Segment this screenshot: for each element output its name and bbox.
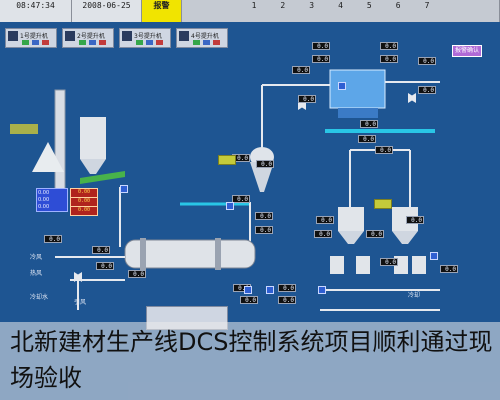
filter-hopper bbox=[338, 108, 378, 118]
readout-27: 0.0 bbox=[292, 66, 310, 74]
caption-text: 北新建材生产线DCS控制系统项目顺利通过现场验收 bbox=[10, 328, 493, 392]
truck bbox=[10, 124, 38, 134]
readout-23: 0.0 bbox=[128, 270, 146, 278]
date-display: 2008-06-25 bbox=[72, 0, 142, 22]
bucket-elevator bbox=[54, 89, 66, 196]
belt-feeder bbox=[80, 171, 125, 184]
readout-5: 0.0 bbox=[418, 57, 436, 65]
status-tag[interactable] bbox=[318, 286, 326, 294]
readout-28: 0.0 bbox=[92, 246, 110, 254]
label-cooling: 冷却 bbox=[408, 292, 421, 299]
readout-12: 0.0 bbox=[232, 195, 250, 203]
silo-cone bbox=[392, 231, 418, 244]
readout-29: 0.0 bbox=[240, 296, 258, 304]
time-text: 08:47:34 bbox=[16, 1, 55, 10]
feed-info-3: 0.00 bbox=[38, 204, 50, 210]
status-tag[interactable] bbox=[120, 185, 128, 193]
product-silo-1 bbox=[338, 207, 364, 231]
readout-16: 0.0 bbox=[96, 262, 114, 270]
raw-silo bbox=[80, 117, 106, 159]
label-hot-air: 热风 bbox=[30, 270, 43, 277]
readout-17: 0.0 bbox=[278, 284, 296, 292]
nav-cell-4[interactable]: 4 bbox=[329, 0, 353, 11]
nav-cell-1[interactable]: 1 bbox=[242, 0, 266, 11]
readout-11: 0.0 bbox=[256, 160, 274, 168]
readout-14: 0.0 bbox=[255, 226, 273, 234]
feed-info-panel: 0.00 0.00 0.00 bbox=[36, 188, 68, 212]
silo-cone bbox=[80, 159, 106, 174]
nav-cell-3[interactable]: 3 bbox=[300, 0, 324, 11]
dryer-ring bbox=[215, 238, 221, 270]
readout-26: 0.0 bbox=[406, 216, 424, 224]
feed-info-1: 0.00 bbox=[38, 190, 50, 196]
nav-cell-5[interactable]: 5 bbox=[357, 0, 381, 11]
top-bar: 08:47:34 2008-06-25 报警 1 2 3 4 5 6 7 bbox=[0, 0, 500, 23]
time-display: 08:47:34 bbox=[0, 0, 72, 22]
alarm-label: 报警 bbox=[153, 1, 170, 10]
nav-grid: 1 2 3 4 5 6 7 bbox=[182, 0, 500, 22]
status-tag[interactable] bbox=[430, 252, 438, 260]
readout-15: 0.0 bbox=[44, 235, 62, 243]
feed-info-2: 0.00 bbox=[38, 197, 50, 203]
readout-30: 0.0 bbox=[360, 120, 378, 128]
readout-8: 0.0 bbox=[358, 135, 376, 143]
alarm-button[interactable]: 报警 bbox=[142, 0, 182, 22]
screw-conveyor bbox=[325, 129, 435, 133]
status-tag[interactable] bbox=[266, 286, 274, 294]
readout-18: 0.0 bbox=[278, 296, 296, 304]
nav-cell-2[interactable]: 2 bbox=[271, 0, 295, 11]
status-tag[interactable] bbox=[244, 286, 252, 294]
readout-1: 0.0 bbox=[312, 42, 330, 50]
readout-4: 0.0 bbox=[380, 55, 398, 63]
small-hopper bbox=[330, 256, 344, 274]
label-induced-draft: 引风 bbox=[74, 299, 87, 306]
small-hopper bbox=[356, 256, 370, 274]
process-diagram bbox=[10, 69, 440, 311]
readout-9: 0.0 bbox=[375, 146, 393, 154]
small-hopper bbox=[412, 256, 426, 274]
interlock-flag bbox=[374, 199, 392, 209]
readout-24: 0.0 bbox=[440, 265, 458, 273]
label-cooling-water: 冷却水 bbox=[30, 294, 49, 301]
readout-13: 0.0 bbox=[255, 212, 273, 220]
nav-cell-7[interactable]: 7 bbox=[415, 0, 439, 11]
readout-7: 0.0 bbox=[298, 95, 316, 103]
readout-6: 0.0 bbox=[418, 86, 436, 94]
readout-3: 0.0 bbox=[380, 42, 398, 50]
readout-22: 0.0 bbox=[380, 258, 398, 266]
dryer-ring bbox=[140, 238, 146, 270]
status-tag[interactable] bbox=[226, 202, 234, 210]
nav-cell-6[interactable]: 6 bbox=[386, 0, 410, 11]
readout-21: 0.0 bbox=[366, 230, 384, 238]
interlock-flag bbox=[218, 155, 236, 165]
date-text: 2008-06-25 bbox=[82, 1, 131, 10]
silo-cone bbox=[338, 231, 364, 244]
status-tag[interactable] bbox=[338, 82, 346, 90]
readout-25: 0.0 bbox=[316, 216, 334, 224]
setpoint-box-3[interactable]: 0.00 bbox=[70, 206, 98, 216]
readout-2: 0.0 bbox=[312, 55, 330, 63]
readout-20: 0.0 bbox=[314, 230, 332, 238]
label-cold-air: 冷风 bbox=[30, 254, 43, 261]
